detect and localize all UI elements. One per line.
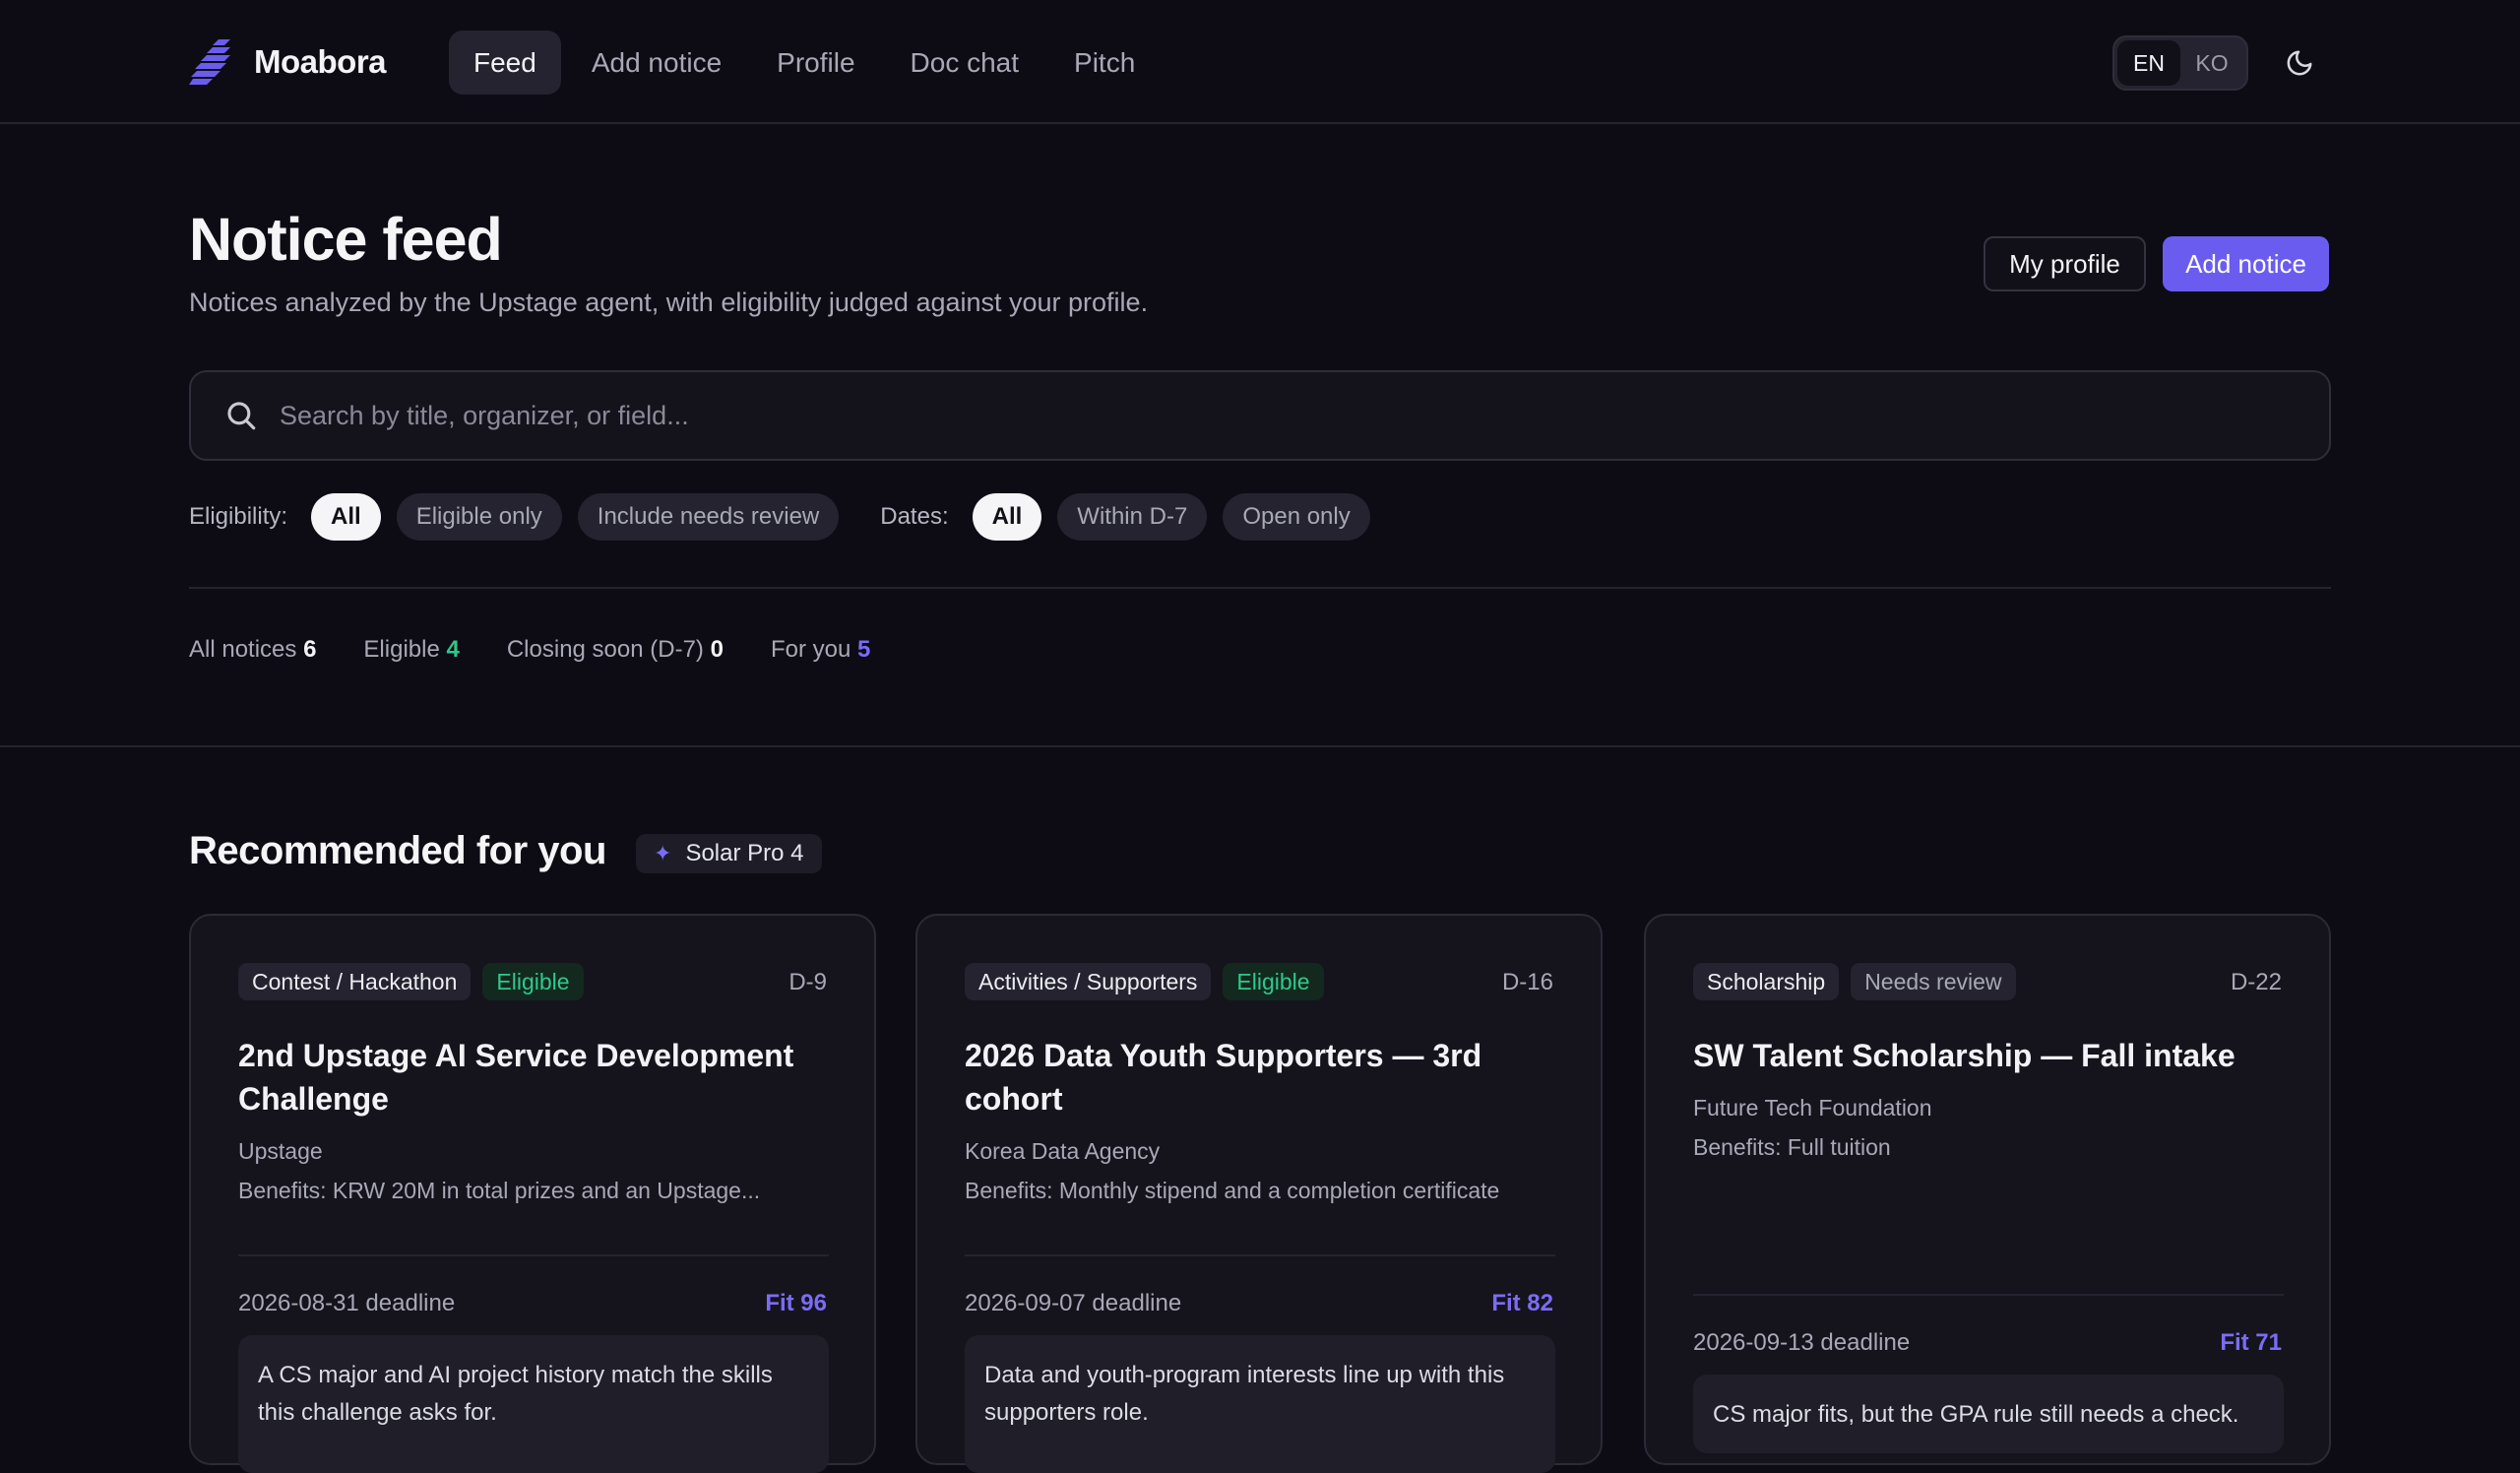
- nav-add-notice[interactable]: Add notice: [567, 31, 746, 95]
- lang-ko-button[interactable]: KO: [2180, 40, 2243, 86]
- page-subtitle: Notices analyzed by the Upstage agent, w…: [189, 288, 1149, 317]
- notice-card[interactable]: Activities / Supporters Eligible D-16 20…: [915, 914, 1603, 1473]
- theme-toggle-button[interactable]: [2280, 43, 2319, 83]
- fit-score: Fit 71: [2220, 1329, 2282, 1356]
- status-badge: Eligible: [482, 963, 584, 1000]
- section-divider: [0, 745, 2520, 747]
- d-day-label: D-22: [2230, 969, 2282, 995]
- recommended-title: Recommended for you: [189, 829, 606, 872]
- fit-score: Fit 96: [765, 1290, 827, 1316]
- card-organizer: Future Tech Foundation: [1693, 1095, 1932, 1121]
- sparkle-icon: ✦: [654, 841, 672, 865]
- page-title: Notice feed: [189, 206, 503, 273]
- card-divider: [965, 1254, 1555, 1256]
- stat-closing-soon: Closing soon (D-7) 0: [506, 636, 724, 663]
- status-badge: Eligible: [1223, 963, 1324, 1000]
- card-reason: A CS major and AI project history match …: [238, 1335, 829, 1473]
- d-day-label: D-9: [788, 969, 827, 995]
- add-notice-button[interactable]: Add notice: [2163, 236, 2329, 291]
- logo-icon: [189, 39, 230, 85]
- card-organizer: Korea Data Agency: [965, 1138, 1161, 1164]
- nav-profile[interactable]: Profile: [752, 31, 879, 95]
- dates-filter-open-only[interactable]: Open only: [1223, 493, 1370, 541]
- card-benefits: Benefits: Monthly stipend and a completi…: [965, 1178, 1500, 1203]
- app-name: Moabora: [254, 43, 387, 80]
- stat-eligible: Eligible 4: [363, 636, 460, 663]
- main-nav: Feed Add notice Profile Doc chat Pitch: [449, 31, 1166, 95]
- category-tag: Contest / Hackathon: [238, 963, 472, 1000]
- lang-en-button[interactable]: EN: [2117, 40, 2180, 86]
- dates-filter-all[interactable]: All: [972, 493, 1042, 541]
- app-logo[interactable]: Moabora: [189, 37, 387, 87]
- card-reason: Data and youth-program interests line up…: [965, 1335, 1555, 1473]
- card-divider: [1693, 1294, 2284, 1296]
- card-benefits: Benefits: KRW 20M in total prizes and an…: [238, 1178, 761, 1203]
- nav-doc-chat[interactable]: Doc chat: [886, 31, 1044, 95]
- d-day-label: D-16: [1501, 969, 1553, 995]
- nav-pitch[interactable]: Pitch: [1049, 31, 1160, 95]
- card-deadline: 2026-09-07 deadline: [965, 1290, 1182, 1316]
- status-badge: Needs review: [1851, 963, 2016, 1000]
- card-deadline: 2026-08-31 deadline: [238, 1290, 456, 1316]
- my-profile-button[interactable]: My profile: [1984, 236, 2146, 291]
- search-icon: [227, 402, 256, 430]
- eligibility-filter-all[interactable]: All: [311, 493, 381, 541]
- dates-filter-label: Dates:: [880, 503, 949, 530]
- top-navigation-bar: Moabora Feed Add notice Profile Doc chat…: [0, 0, 2520, 124]
- search-bar: [189, 370, 2331, 461]
- card-deadline: 2026-09-13 deadline: [1693, 1329, 1911, 1356]
- card-organizer: Upstage: [238, 1138, 323, 1164]
- eligibility-filter-include-review[interactable]: Include needs review: [577, 493, 840, 541]
- card-title[interactable]: 2nd Upstage AI Service Development Chall…: [238, 1034, 839, 1121]
- eligibility-filter-label: Eligibility:: [189, 503, 288, 530]
- notice-card[interactable]: Scholarship Needs review D-22 SW Talent …: [1644, 914, 2331, 1465]
- card-title[interactable]: SW Talent Scholarship — Fall intake: [1693, 1034, 2294, 1077]
- notice-card[interactable]: Contest / Hackathon Eligible D-9 2nd Ups…: [189, 914, 876, 1473]
- model-badge: ✦ Solar Pro 4: [636, 834, 822, 873]
- stat-all-notices: All notices 6: [189, 636, 317, 663]
- fit-score: Fit 82: [1491, 1290, 1553, 1316]
- card-reason: CS major fits, but the GPA rule still ne…: [1693, 1375, 2284, 1453]
- dates-filter-within-d7[interactable]: Within D-7: [1057, 493, 1208, 541]
- card-divider: [238, 1254, 829, 1256]
- search-input[interactable]: [280, 386, 2329, 445]
- filter-bar: Eligibility: All Eligible only Include n…: [189, 492, 1386, 542]
- eligibility-filter-eligible-only[interactable]: Eligible only: [396, 493, 562, 541]
- stats-row: All notices 6 Eligible 4 Closing soon (D…: [189, 636, 917, 664]
- card-title[interactable]: 2026 Data Youth Supporters — 3rd cohort: [965, 1034, 1565, 1121]
- moon-icon: [2287, 50, 2312, 76]
- divider: [189, 587, 2331, 589]
- nav-feed[interactable]: Feed: [449, 31, 561, 95]
- language-toggle: EN KO: [2112, 35, 2248, 91]
- category-tag: Scholarship: [1693, 963, 1840, 1000]
- stat-for-you: For you 5: [770, 636, 871, 663]
- category-tag: Activities / Supporters: [965, 963, 1212, 1000]
- card-benefits: Benefits: Full tuition: [1693, 1134, 1891, 1160]
